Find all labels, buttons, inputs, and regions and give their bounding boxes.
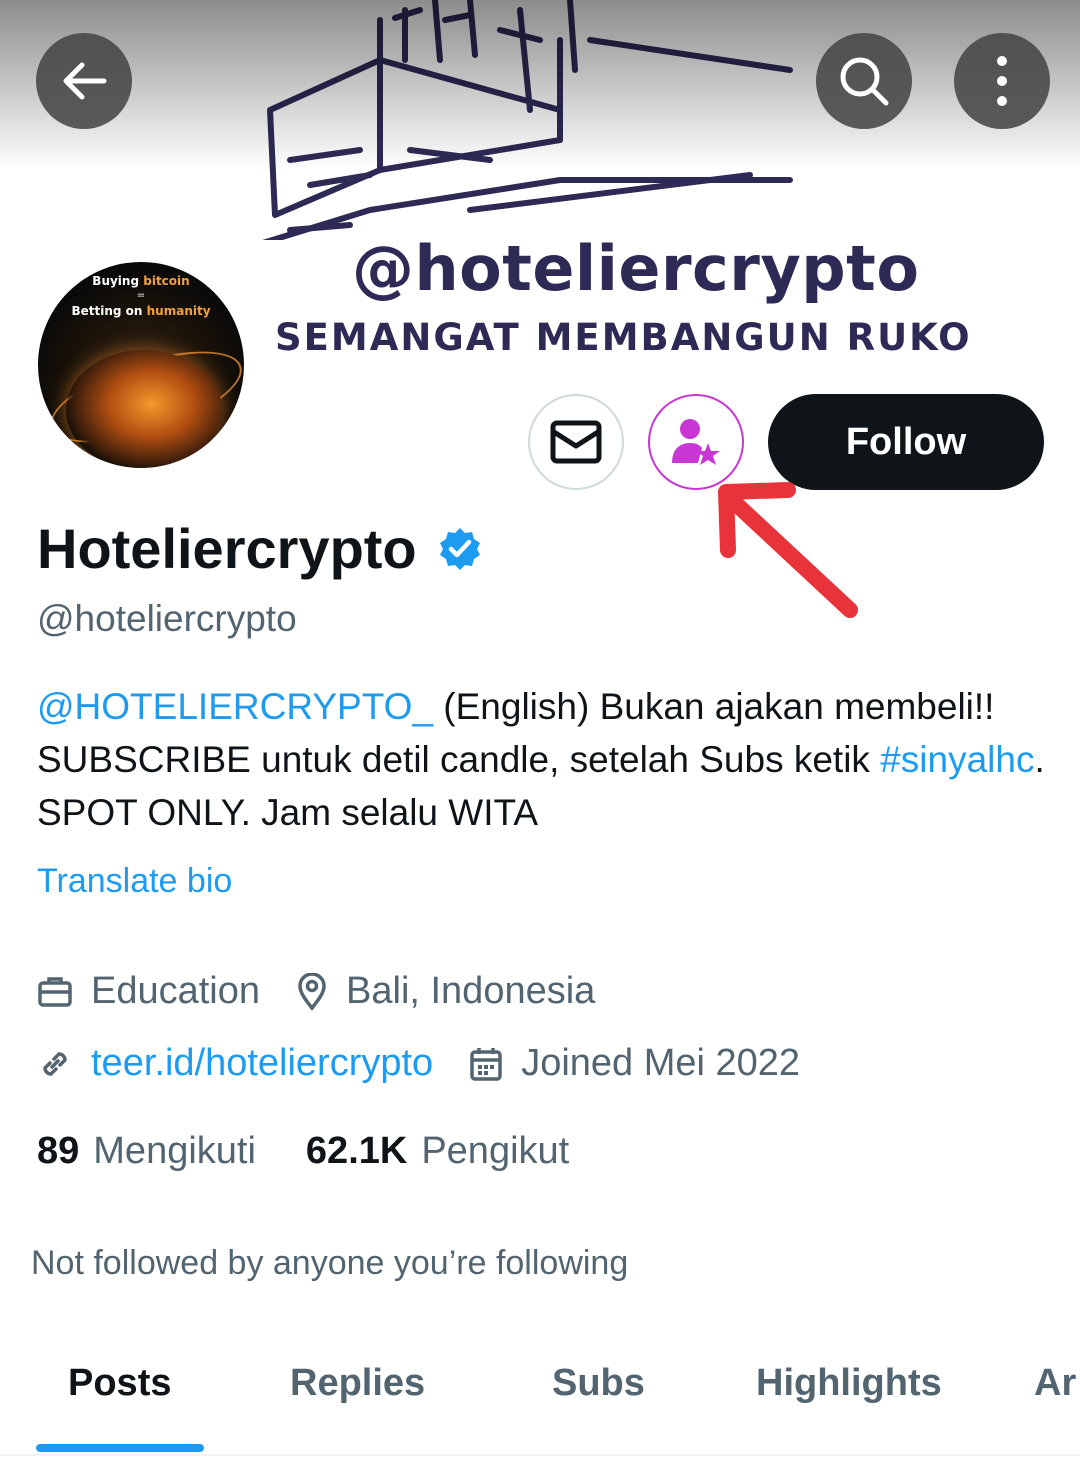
profile-meta-row-2: teer.id/hoteliercrypto Joined Mei 2022 [37,1042,836,1085]
following-count[interactable]: 89 [37,1130,79,1173]
profile-bio: @HOTELIERCRYPTO_ (English) Bukan ajakan … [37,680,1057,839]
profile-page: @hoteliercrypto SEMANGAT MEMBANGUN RUKO … [0,0,1080,1458]
translate-bio-link[interactable]: Translate bio [37,862,232,901]
location-pin-icon [298,972,326,1011]
tab-articles-partial[interactable]: Ar [1034,1362,1076,1405]
verified-badge-icon [437,526,483,572]
annotation-arrow [718,482,858,618]
avatar-globe [66,350,222,468]
tab-posts[interactable]: Posts [68,1362,171,1405]
subscribe-user-star-icon [672,419,720,465]
followers-count[interactable]: 62.1K [306,1130,407,1173]
following-label[interactable]: Mengikuti [93,1130,256,1173]
search-icon [840,57,889,106]
tabs-divider [0,1454,1080,1456]
more-vertical-icon [997,56,1007,106]
display-name: Hoteliercrypto [37,516,483,581]
active-tab-indicator [36,1444,204,1452]
follow-stats: 89 Mengikuti 62.1K Pengikut [37,1130,619,1173]
location-text: Bali, Indonesia [346,970,596,1012]
tab-subs[interactable]: Subs [552,1362,645,1405]
category-text: Education [91,970,261,1012]
arrow-left-icon [63,62,107,100]
more-options-button[interactable] [954,33,1050,129]
link-icon [43,1051,67,1076]
bio-mention-link[interactable]: @HOTELIERCRYPTO_ [37,686,433,727]
bio-hashtag-link[interactable]: #sinyalhc [880,739,1034,780]
website-link[interactable]: teer.id/hoteliercrypto [91,1042,433,1085]
tab-replies[interactable]: Replies [290,1362,425,1405]
banner-handle-text: @hoteliercrypto [352,232,920,305]
joined-text: Joined Mei 2022 [521,1042,801,1084]
profile-tabs: Posts Replies Subs Highlights Ar [0,1330,1080,1458]
location-item: Bali, Indonesia [296,970,595,1013]
calendar-icon [470,1047,502,1081]
message-button[interactable] [528,394,624,490]
avatar-text-line2: Betting on humanity [71,304,211,318]
back-button[interactable] [36,33,132,129]
profile-meta-row-1: Education Bali, Indonesia [37,970,631,1013]
briefcase-icon [38,976,72,1007]
search-button[interactable] [816,33,912,129]
banner-slogan-text: SEMANGAT MEMBANGUN RUKO [275,316,972,359]
display-name-text: Hoteliercrypto [37,517,417,580]
avatar-text-line1: Buying bitcoin [92,274,190,288]
mail-icon [550,420,602,464]
avatar-text-equals: = [136,290,146,301]
followers-label[interactable]: Pengikut [421,1130,569,1173]
joined-item: Joined Mei 2022 [469,1042,800,1085]
social-context-text: Not followed by anyone you’re following [31,1244,629,1282]
website-item[interactable]: teer.id/hoteliercrypto [37,1042,433,1085]
profile-handle: @hoteliercrypto [37,598,297,639]
avatar[interactable]: Buying bitcoin = Betting on humanity [34,258,248,472]
banner-top-shade [0,0,1080,170]
category-item: Education [37,970,260,1013]
tab-highlights[interactable]: Highlights [756,1362,942,1405]
